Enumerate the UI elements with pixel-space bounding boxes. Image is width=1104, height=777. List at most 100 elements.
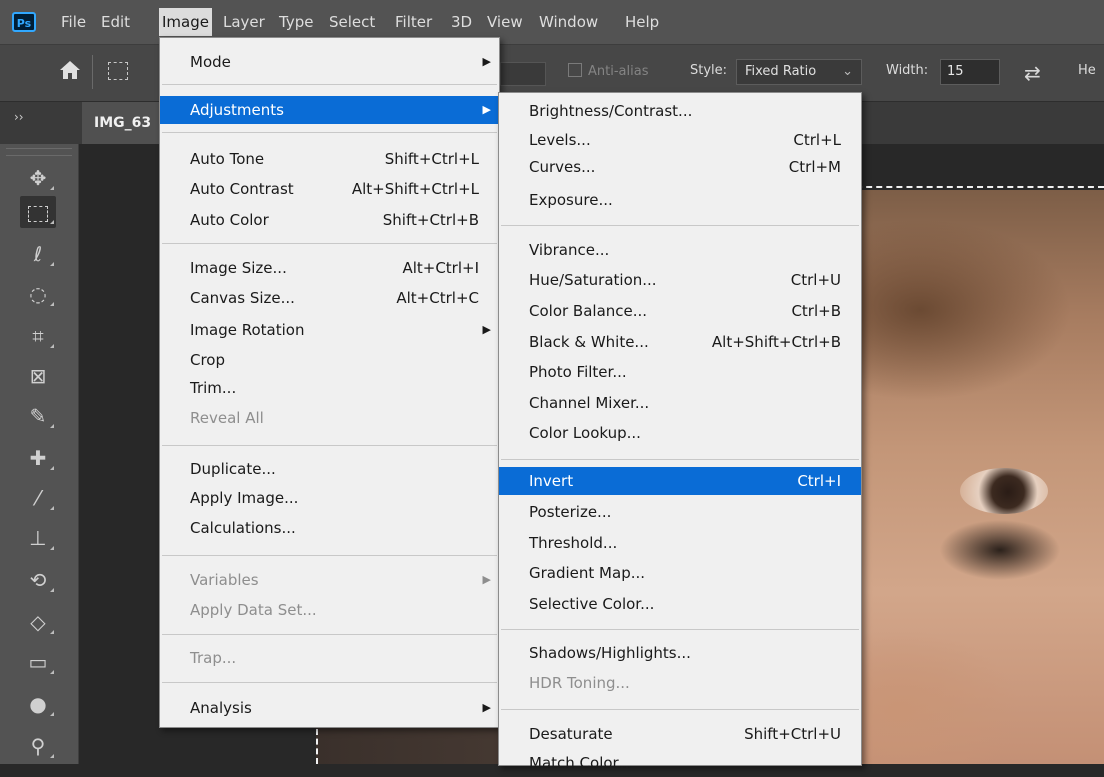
menu-item-apply-data-set[interactable]: Apply Data Set... [160,596,499,624]
menu-3d[interactable]: 3D [448,8,475,36]
blur-tool-icon[interactable]: ● [20,688,56,720]
submenu-arrow-icon: ▶ [482,573,491,586]
menu-item-adjustments[interactable]: Adjustments ▶ [160,96,499,124]
menu-item-hue-saturation[interactable]: Hue/Saturation... Ctrl+U [499,266,861,294]
shortcut-label: Shift+Ctrl+U [744,725,841,743]
menu-item-label: Adjustments [190,101,284,119]
home-icon[interactable] [58,59,82,81]
menu-item-auto-color[interactable]: Auto Color Shift+Ctrl+B [160,206,499,234]
menu-item-vibrance[interactable]: Vibrance... [499,236,861,264]
menu-item-invert[interactable]: Invert Ctrl+I [499,467,861,495]
menu-item-label: Black & White... [529,333,649,351]
rectangular-marquee-icon[interactable] [108,62,128,80]
adjustments-submenu: Brightness/Contrast... Levels... Ctrl+L C… [498,92,862,772]
menu-item-label: Photo Filter... [529,363,627,381]
menu-item-label: Reveal All [190,409,264,427]
menu-item-label: Exposure... [529,191,613,209]
menu-item-crop[interactable]: Crop [160,346,499,374]
menu-item-curves[interactable]: Curves... Ctrl+M [499,153,861,181]
menu-item-selective-color[interactable]: Selective Color... [499,590,861,618]
menu-item-color-lookup[interactable]: Color Lookup... [499,419,861,447]
healing-brush-icon[interactable]: ✚ [20,442,56,474]
menu-filter[interactable]: Filter [392,8,435,36]
menu-item-threshold[interactable]: Threshold... [499,529,861,557]
menu-item-label: Desaturate [529,725,613,743]
crop-tool-icon[interactable]: ⌗ [20,320,56,352]
brush-tool-icon[interactable]: ⁄ [20,482,56,514]
menu-file[interactable]: File [58,8,89,36]
menu-item-photo-filter[interactable]: Photo Filter... [499,358,861,386]
submenu-arrow-icon: ▶ [482,323,491,336]
style-select[interactable]: Fixed Ratio ⌄ [736,59,862,85]
menu-item-label: Canvas Size... [190,289,295,307]
menu-item-auto-contrast[interactable]: Auto Contrast Alt+Shift+Ctrl+L [160,175,499,203]
collapse-panels-icon[interactable]: ›› [14,110,24,124]
checkbox-icon [568,63,582,77]
dodge-tool-icon[interactable]: ⚲ [20,730,56,762]
quick-select-icon[interactable]: ◌ [20,278,56,310]
width-input[interactable]: 15 [940,59,1000,85]
menu-item-shadows-highlights[interactable]: Shadows/Highlights... [499,639,861,667]
menu-item-reveal-all[interactable]: Reveal All [160,404,499,432]
menu-item-levels[interactable]: Levels... Ctrl+L [499,126,861,154]
menu-item-mode[interactable]: Mode ▶ [160,48,499,76]
menu-item-trim[interactable]: Trim... [160,374,499,402]
menu-item-exposure[interactable]: Exposure... [499,186,861,214]
menu-item-image-size[interactable]: Image Size... Alt+Ctrl+I [160,254,499,282]
gradient-tool-icon[interactable]: ▭ [20,646,56,678]
menu-item-hdr-toning[interactable]: HDR Toning... [499,669,861,697]
submenu-arrow-icon: ▶ [482,701,491,714]
feather-input[interactable] [500,62,546,86]
menu-item-match-color[interactable]: Match Color... [499,749,861,777]
panel-grip[interactable] [6,148,72,156]
menu-window[interactable]: Window [536,8,601,36]
menu-item-trap[interactable]: Trap... [160,644,499,672]
style-label: Style: [690,63,728,78]
menu-item-calculations[interactable]: Calculations... [160,514,499,542]
menu-item-label: Variables [190,571,259,589]
menu-item-label: Analysis [190,699,252,717]
submenu-arrow-icon: ▶ [482,103,491,116]
move-tool-icon[interactable]: ✥ [20,162,56,194]
menu-item-label: Invert [529,472,574,490]
marquee-tool-icon[interactable] [20,196,56,228]
menu-item-posterize[interactable]: Posterize... [499,498,861,526]
menu-item-duplicate[interactable]: Duplicate... [160,455,499,483]
menu-item-label: Levels... [529,131,591,149]
menu-item-desaturate[interactable]: Desaturate Shift+Ctrl+U [499,720,861,748]
eyedropper-icon[interactable]: ✎ [20,400,56,432]
menu-item-gradient-map[interactable]: Gradient Map... [499,559,861,587]
eraser-tool-icon[interactable]: ◇ [20,606,56,638]
menu-select[interactable]: Select [326,8,378,36]
antialias-checkbox[interactable]: Anti-alias [568,63,648,79]
menu-item-brightness-contrast[interactable]: Brightness/Contrast... [499,97,861,125]
swap-icon[interactable]: ⇄ [1024,61,1041,85]
menu-view[interactable]: View [484,8,526,36]
menu-image[interactable]: Image [159,8,212,36]
menu-separator [501,629,859,630]
menu-layer[interactable]: Layer [220,8,268,36]
lasso-tool-icon[interactable]: ℓ [20,238,56,270]
menu-item-canvas-size[interactable]: Canvas Size... Alt+Ctrl+C [160,284,499,312]
menu-item-apply-image[interactable]: Apply Image... [160,484,499,512]
menu-item-label: Color Balance... [529,302,648,320]
menu-edit[interactable]: Edit [98,8,133,36]
options-separator [92,55,93,89]
menu-item-analysis[interactable]: Analysis ▶ [160,694,499,722]
menu-item-image-rotation[interactable]: Image Rotation ▶ [160,316,499,344]
menu-item-label: Brightness/Contrast... [529,102,693,120]
shortcut-label: Alt+Shift+Ctrl+L [351,180,479,198]
menu-item-auto-tone[interactable]: Auto Tone Shift+Ctrl+L [160,145,499,173]
clone-stamp-icon[interactable]: ⊥ [20,522,56,554]
menu-item-label: Posterize... [529,503,612,521]
menu-help[interactable]: Help [622,8,662,36]
menu-item-black-white[interactable]: Black & White... Alt+Shift+Ctrl+B [499,328,861,356]
history-brush-icon[interactable]: ⟲ [20,564,56,596]
menu-item-variables[interactable]: Variables ▶ [160,566,499,594]
frame-tool-icon[interactable]: ⊠ [20,360,56,392]
menu-item-color-balance[interactable]: Color Balance... Ctrl+B [499,297,861,325]
menu-item-channel-mixer[interactable]: Channel Mixer... [499,389,861,417]
image-menu: Mode ▶ Adjustments ▶ Auto Tone Shift+Ctrl+L… [159,37,500,728]
menu-separator [162,555,497,556]
menu-type[interactable]: Type [276,8,316,36]
